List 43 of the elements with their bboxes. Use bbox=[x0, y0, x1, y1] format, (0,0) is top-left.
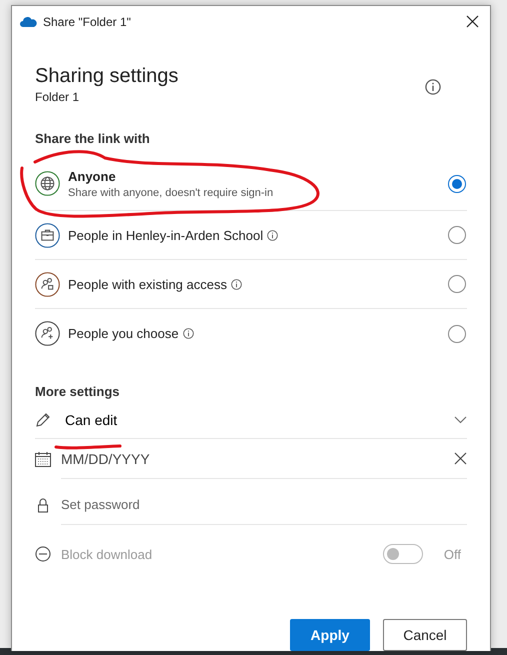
cloud-icon bbox=[20, 16, 37, 26]
pencil-icon bbox=[35, 412, 51, 428]
radio-button[interactable] bbox=[448, 324, 466, 342]
option-label: People in Henley-in-Arden School bbox=[68, 228, 264, 242]
chevron-down-icon bbox=[454, 416, 467, 424]
globe-icon bbox=[35, 171, 60, 196]
share-option[interactable]: People you choose bbox=[35, 309, 467, 358]
share-option[interactable]: People with existing access bbox=[35, 260, 467, 309]
lock-icon bbox=[35, 497, 51, 513]
minus-circle-icon bbox=[35, 546, 51, 562]
cancel-button[interactable]: Cancel bbox=[383, 619, 467, 651]
people-add-icon bbox=[35, 321, 60, 346]
option-label: Anyone bbox=[68, 168, 116, 184]
radio-button[interactable] bbox=[448, 174, 466, 192]
section-heading: More settings bbox=[35, 384, 121, 399]
info-icon[interactable] bbox=[425, 79, 441, 95]
folder-name: Folder 1 bbox=[35, 90, 80, 104]
dialog-heading: Sharing settings bbox=[35, 65, 178, 88]
option-label: People with existing access bbox=[68, 276, 227, 292]
section-heading: Share the link with bbox=[35, 131, 151, 146]
expiry-date-field[interactable]: MM/DD/YYYY bbox=[61, 450, 454, 466]
calendar-icon bbox=[35, 451, 51, 467]
radio-button[interactable] bbox=[448, 226, 466, 244]
apply-button[interactable]: Apply bbox=[290, 619, 370, 651]
clear-button[interactable] bbox=[454, 452, 467, 465]
option-description: Share with anyone, doesn't require sign-in bbox=[68, 186, 274, 198]
radio-button[interactable] bbox=[448, 275, 466, 293]
share-option[interactable]: Anyone Share with anyone, doesn't require sign-in bbox=[35, 155, 467, 211]
password-field[interactable]: Set password bbox=[61, 497, 467, 512]
block-download-label: Block download bbox=[61, 546, 154, 562]
option-label: People you choose bbox=[68, 326, 179, 341]
toggle-state: Off bbox=[442, 546, 461, 562]
info-icon[interactable] bbox=[230, 278, 242, 290]
window-title: Share "Folder 1" bbox=[43, 14, 132, 28]
share-option[interactable]: People in Henley-in-Arden School bbox=[35, 211, 467, 260]
people-lock-icon bbox=[35, 272, 60, 296]
scribble-underline bbox=[54, 444, 122, 450]
close-icon bbox=[466, 15, 478, 28]
info-icon[interactable] bbox=[267, 230, 278, 240]
info-icon[interactable] bbox=[182, 328, 194, 339]
briefcase-icon bbox=[35, 222, 60, 248]
close-icon bbox=[454, 452, 467, 465]
permission-dropdown[interactable]: Can edit bbox=[35, 401, 467, 439]
